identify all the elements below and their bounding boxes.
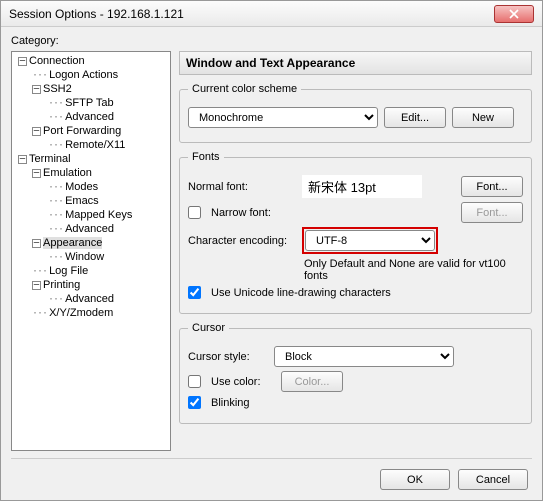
normal-font-value: 新宋体 13pt (302, 175, 422, 198)
normal-font-label: Normal font: (188, 181, 296, 193)
cursor-style-select[interactable]: Block (274, 346, 454, 367)
tree-ssh2[interactable]: SSH2 (43, 83, 72, 95)
expand-icon[interactable]: – (32, 85, 41, 94)
tree-emu-advanced[interactable]: Advanced (65, 223, 114, 235)
ok-button[interactable]: OK (380, 469, 450, 490)
narrow-font-label: Narrow font: (211, 207, 271, 219)
tree-print-advanced[interactable]: Advanced (65, 293, 114, 305)
encoding-label: Character encoding: (188, 235, 296, 247)
dialog-footer: OK Cancel (11, 458, 532, 500)
expand-icon[interactable]: – (32, 127, 41, 136)
tree-connection[interactable]: Connection (29, 55, 85, 67)
new-scheme-button[interactable]: New (452, 107, 514, 128)
cursor-group: Cursor Cursor style: Block Use color: Co… (179, 322, 532, 424)
unicode-line-label: Use Unicode line-drawing characters (211, 287, 391, 299)
tree-ssh2-advanced[interactable]: Advanced (65, 111, 114, 123)
window-title: Session Options - 192.168.1.121 (9, 7, 184, 21)
narrow-font-checkbox[interactable] (188, 206, 201, 219)
tree-appearance[interactable]: Appearance (43, 237, 102, 249)
color-scheme-select[interactable]: Monochrome (188, 107, 378, 128)
tree-port-forwarding[interactable]: Port Forwarding (43, 125, 121, 137)
cancel-button[interactable]: Cancel (458, 469, 528, 490)
tree-emulation[interactable]: Emulation (43, 167, 92, 179)
blinking-label: Blinking (211, 397, 250, 409)
tree-sftp-tab[interactable]: SFTP Tab (65, 97, 114, 109)
tree-printing[interactable]: Printing (43, 279, 80, 291)
color-scheme-group: Current color scheme Monochrome Edit... … (179, 83, 532, 143)
color-scheme-legend: Current color scheme (188, 83, 301, 95)
tree-emacs[interactable]: Emacs (65, 195, 99, 207)
use-color-checkbox[interactable] (188, 375, 201, 388)
close-icon (509, 9, 519, 19)
expand-icon[interactable]: – (18, 57, 27, 66)
close-button[interactable] (494, 5, 534, 23)
unicode-line-checkbox[interactable] (188, 286, 201, 299)
title-bar: Session Options - 192.168.1.121 (1, 1, 542, 27)
blinking-checkbox[interactable] (188, 396, 201, 409)
dialog-window: { "title": "Session Options - 192.168.1.… (0, 0, 543, 501)
expand-icon[interactable]: – (18, 155, 27, 164)
tree-xyzmodem[interactable]: X/Y/Zmodem (49, 307, 113, 319)
expand-icon[interactable]: – (32, 169, 41, 178)
tree-window[interactable]: Window (65, 251, 104, 263)
panel-heading: Window and Text Appearance (179, 51, 532, 75)
category-tree[interactable]: –Connection ···Logon Actions –SSH2 ···SF… (11, 51, 171, 451)
expand-icon[interactable]: – (32, 281, 41, 290)
narrow-font-button: Font... (461, 202, 523, 223)
edit-scheme-button[interactable]: Edit... (384, 107, 446, 128)
cursor-style-label: Cursor style: (188, 351, 268, 363)
tree-remote-x11[interactable]: Remote/X11 (65, 139, 125, 151)
settings-panel: Window and Text Appearance Current color… (179, 51, 532, 454)
category-label: Category: (11, 35, 532, 47)
encoding-select[interactable]: UTF-8 (305, 230, 435, 251)
fonts-legend: Fonts (188, 151, 224, 163)
tree-logon-actions[interactable]: Logon Actions (49, 69, 118, 81)
encoding-note: Only Default and None are valid for vt10… (304, 258, 523, 282)
expand-icon[interactable]: – (32, 239, 41, 248)
cursor-color-button: Color... (281, 371, 343, 392)
fonts-group: Fonts Normal font: 新宋体 13pt Font... Narr… (179, 151, 532, 314)
tree-modes[interactable]: Modes (65, 181, 98, 193)
use-color-label: Use color: (211, 376, 275, 388)
normal-font-button[interactable]: Font... (461, 176, 523, 197)
tree-log-file[interactable]: Log File (49, 265, 88, 277)
encoding-highlight: UTF-8 (302, 227, 438, 254)
tree-mapped-keys[interactable]: Mapped Keys (65, 209, 132, 221)
cursor-legend: Cursor (188, 322, 229, 334)
tree-terminal[interactable]: Terminal (29, 153, 71, 165)
